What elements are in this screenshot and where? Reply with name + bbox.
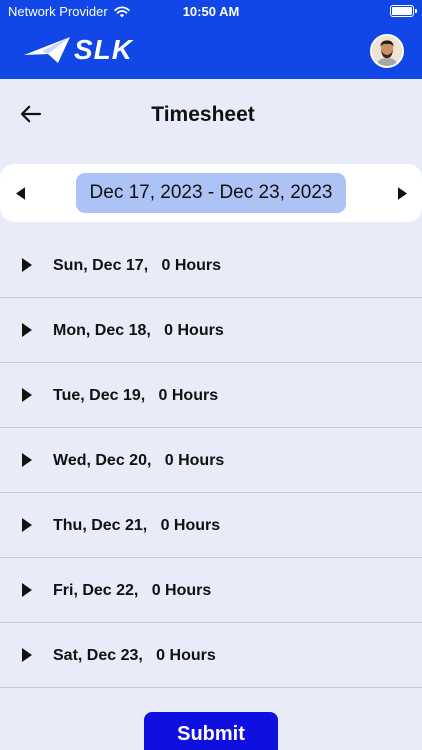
day-label: Wed, Dec 20, 0 Hours [53, 452, 225, 469]
expand-triangle-icon [22, 583, 32, 597]
status-bar: Network Provider 10:50 AM [0, 0, 422, 24]
submit-button[interactable]: Submit [144, 712, 278, 750]
day-row-sun[interactable]: Sun, Dec 17, 0 Hours [0, 233, 422, 298]
week-range[interactable]: Dec 17, 2023 - Dec 23, 2023 [76, 173, 346, 213]
day-row-thu[interactable]: Thu, Dec 21, 0 Hours [0, 493, 422, 558]
previous-week-button[interactable] [10, 183, 30, 203]
expand-triangle-icon [22, 388, 32, 402]
expand-triangle-icon [22, 258, 32, 272]
day-row-sat[interactable]: Sat, Dec 23, 0 Hours [0, 623, 422, 688]
expand-triangle-icon [22, 648, 32, 662]
day-list: Sun, Dec 17, 0 Hours Mon, Dec 18, 0 Hour… [0, 233, 422, 688]
app-bar: SLK [0, 24, 422, 79]
expand-triangle-icon [22, 518, 32, 532]
expand-triangle-icon [22, 453, 32, 467]
day-row-fri[interactable]: Fri, Dec 22, 0 Hours [0, 558, 422, 623]
day-label: Tue, Dec 19, 0 Hours [53, 387, 219, 404]
battery-icon [390, 5, 417, 17]
day-row-wed[interactable]: Wed, Dec 20, 0 Hours [0, 428, 422, 493]
expand-triangle-icon [22, 323, 32, 337]
day-label: Mon, Dec 18, 0 Hours [53, 322, 224, 339]
avatar[interactable] [370, 34, 404, 68]
page-header: Timesheet [0, 79, 422, 151]
triangle-right-icon [397, 186, 407, 200]
day-label: Sat, Dec 23, 0 Hours [53, 647, 216, 664]
day-label: Thu, Dec 21, 0 Hours [53, 517, 221, 534]
next-week-button[interactable] [392, 183, 412, 203]
logo-mark-icon [24, 37, 70, 63]
day-label: Fri, Dec 22, 0 Hours [53, 582, 212, 599]
triangle-left-icon [15, 186, 25, 200]
status-time: 10:50 AM [182, 4, 240, 19]
day-row-mon[interactable]: Mon, Dec 18, 0 Hours [0, 298, 422, 363]
logo: SLK [22, 34, 133, 66]
day-label: Sun, Dec 17, 0 Hours [53, 257, 222, 274]
user-avatar-icon [372, 36, 402, 66]
day-row-tue[interactable]: Tue, Dec 19, 0 Hours [0, 363, 422, 428]
week-navigator: Dec 17, 2023 - Dec 23, 2023 [0, 164, 422, 222]
page-title: Timesheet [151, 103, 255, 126]
logo-text: SLK [74, 34, 133, 65]
